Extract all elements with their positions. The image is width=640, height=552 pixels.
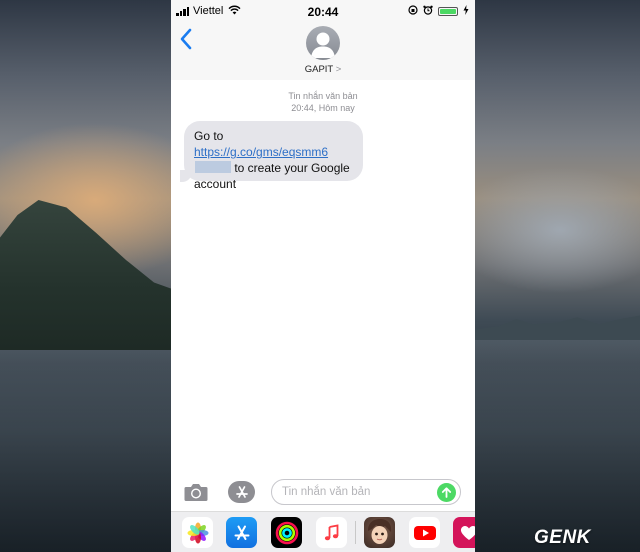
- memoji-sticker-icon[interactable]: [364, 517, 395, 548]
- mountain-right: [475, 315, 640, 340]
- message-link-part2: eqsmm6: [282, 145, 329, 159]
- heart-app-icon[interactable]: [453, 517, 475, 548]
- status-bar: Viettel 20:44: [171, 0, 475, 22]
- redacted-region: [195, 161, 231, 173]
- contact-name-label: GAPIT: [304, 64, 334, 75]
- message-input-placeholder: Tin nhắn văn bản: [282, 486, 371, 498]
- incoming-message-bubble[interactable]: Go to https://g.co/gms/eqsmm6 to create …: [184, 121, 363, 191]
- message-input[interactable]: Tin nhắn văn bản: [271, 479, 461, 505]
- message-link[interactable]: https://g.co/gms/eqsmm6: [194, 145, 328, 159]
- rotation-lock-icon: [408, 5, 418, 18]
- message-thread[interactable]: Tin nhắn văn bản 20:44, Hôm nay Go to ht…: [171, 80, 475, 473]
- genk-watermark-logo: GENK: [534, 527, 591, 548]
- photos-icon[interactable]: [182, 517, 213, 548]
- composer-bar: Tin nhắn văn bản: [171, 473, 475, 511]
- message-link-part1: https://g.co/gms/: [194, 145, 283, 159]
- message-timestamp: 20:44, Hôm nay: [291, 103, 355, 113]
- music-icon[interactable]: [316, 517, 347, 548]
- mountain-left: [0, 200, 175, 350]
- battery-icon: [438, 7, 458, 16]
- phone-screen: Viettel 20:44 GAPIT > Tin nhắn văn bản 2…: [171, 0, 475, 552]
- imessage-app-drawer: [171, 511, 475, 552]
- alarm-icon: [423, 5, 433, 18]
- contact-chevron-icon: >: [335, 64, 342, 75]
- app-store-button-icon[interactable]: [228, 481, 255, 503]
- status-icons: [408, 5, 469, 18]
- charging-icon: [463, 5, 469, 18]
- app-store-icon[interactable]: [226, 517, 257, 548]
- app-drawer-divider: [355, 521, 356, 544]
- send-arrow-icon[interactable]: [437, 483, 456, 502]
- message-type-label: Tin nhắn văn bản: [288, 91, 358, 101]
- conversation-header: GAPIT >: [171, 22, 475, 81]
- contact-name[interactable]: GAPIT >: [171, 64, 475, 75]
- message-prefix: Go to: [194, 129, 224, 143]
- activity-icon[interactable]: [271, 517, 302, 548]
- back-chevron-icon[interactable]: [179, 28, 193, 55]
- contact-avatar[interactable]: [306, 26, 340, 60]
- youtube-icon[interactable]: [409, 517, 440, 548]
- camera-icon[interactable]: [183, 481, 209, 508]
